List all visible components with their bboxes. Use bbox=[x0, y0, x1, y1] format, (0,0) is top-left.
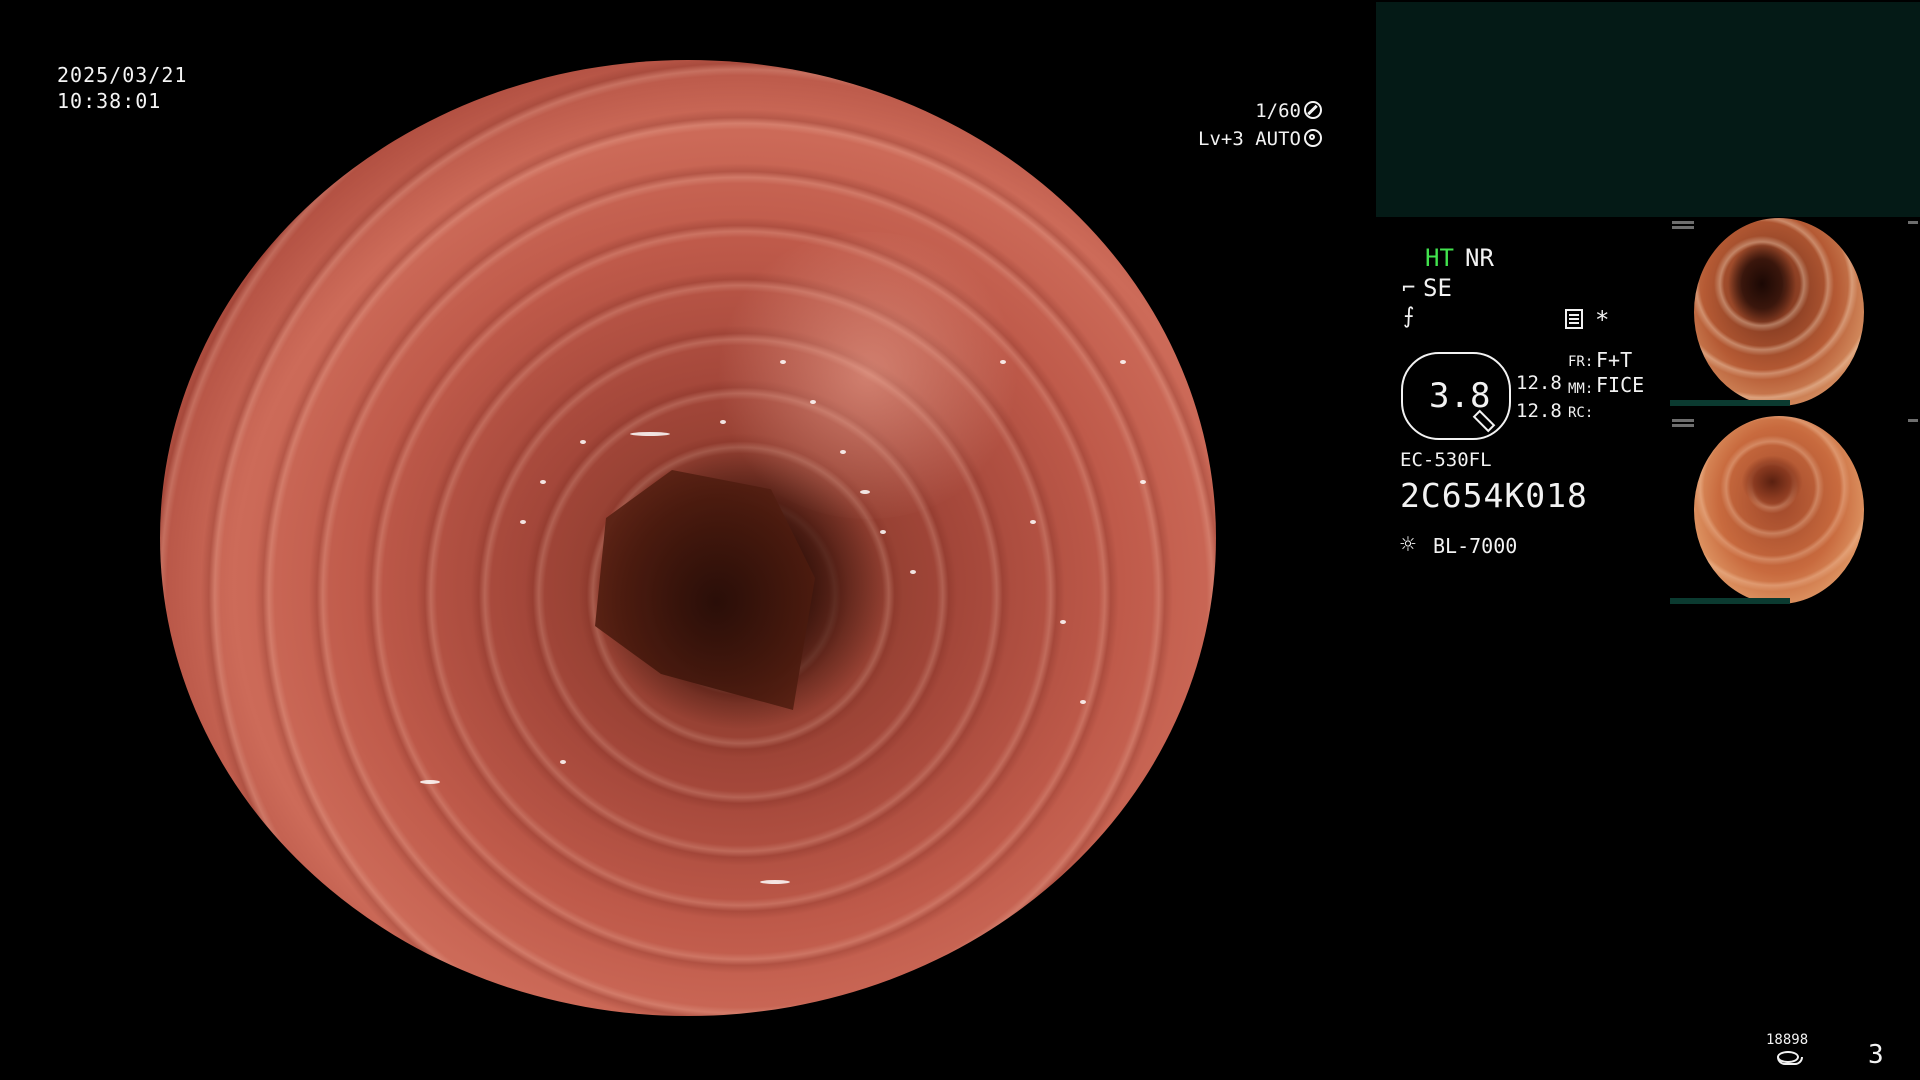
lumen-opening bbox=[595, 470, 815, 710]
capture-date: 2025/03/21 bbox=[57, 63, 188, 87]
zoom-value: 3.8 bbox=[1429, 376, 1491, 416]
captured-thumbnail[interactable] bbox=[1670, 416, 1920, 606]
structure-enhance-icon: ⌐ bbox=[1402, 276, 1416, 301]
thumbnail-caption bbox=[1908, 419, 1918, 422]
color-mode-icon: ⨍ bbox=[1403, 304, 1415, 329]
ht-indicator: HT bbox=[1425, 244, 1454, 272]
thumbnail-bar bbox=[1670, 400, 1790, 406]
zoom-badge: 3.8 bbox=[1401, 352, 1511, 440]
thumbnail-caption bbox=[1908, 221, 1918, 224]
info-panel: HT NR ⌐ SE ⨍ * 3.8 12.8 12.8 FR: F+T MM:… bbox=[1376, 0, 1920, 1080]
settings-list-icon bbox=[1565, 309, 1583, 329]
reflection-speck bbox=[1030, 520, 1036, 524]
reflection-speck bbox=[1140, 480, 1146, 484]
readout-value-1: 12.8 bbox=[1516, 372, 1562, 394]
reflection-speck bbox=[1120, 360, 1126, 364]
reflection-speck bbox=[1060, 620, 1066, 624]
reflection-speck bbox=[540, 480, 546, 484]
reflection-speck bbox=[780, 360, 786, 364]
reflection-speck bbox=[420, 780, 440, 784]
gain-level: Lv+3 AUTO bbox=[1198, 128, 1301, 150]
reflection-speck bbox=[910, 570, 916, 574]
thumbnail-image bbox=[1694, 218, 1864, 406]
thumbnail-caption bbox=[1672, 419, 1694, 422]
nr-indicator: NR bbox=[1465, 244, 1494, 272]
pen-icon bbox=[1472, 409, 1496, 433]
light-source-icon: ☼ bbox=[1400, 530, 1416, 560]
asterisk-mark: * bbox=[1595, 306, 1610, 334]
reflection-speck bbox=[1080, 700, 1086, 704]
fr-value: F+T bbox=[1596, 348, 1633, 372]
fr-label: FR: bbox=[1568, 354, 1594, 370]
iris-icon bbox=[1304, 129, 1322, 147]
shutter-speed: 1/60 bbox=[1255, 100, 1301, 122]
captured-thumbnail[interactable] bbox=[1670, 218, 1920, 408]
capture-time: 10:38:01 bbox=[57, 89, 162, 113]
reflection-speck bbox=[560, 760, 566, 764]
mm-value: FICE bbox=[1596, 373, 1645, 397]
endoscope-live-view bbox=[160, 60, 1216, 1016]
reflection-speck bbox=[840, 450, 846, 454]
shutter-readout: 1/60 bbox=[1230, 100, 1322, 122]
thumbnail-image bbox=[1694, 416, 1864, 604]
scope-serial: 2C654K018 bbox=[1400, 476, 1588, 515]
light-source: BL-7000 bbox=[1433, 534, 1518, 558]
thumbnail-caption bbox=[1672, 226, 1694, 229]
mucosa-highlight bbox=[709, 232, 1026, 519]
thumbnail-caption bbox=[1672, 424, 1694, 427]
gain-readout: Lv+3 AUTO bbox=[1172, 128, 1322, 150]
endoscopy-monitor: 2025/03/21 10:38:01 1/60 Lv+3 AUTO HT NR bbox=[0, 0, 1920, 1080]
reflection-speck bbox=[580, 440, 586, 444]
storage-icon bbox=[1777, 1051, 1803, 1065]
image-counter: 18898 bbox=[1766, 1032, 1809, 1048]
reflection-speck bbox=[860, 490, 870, 494]
thumbnail-bar bbox=[1670, 598, 1790, 604]
reflection-speck bbox=[720, 420, 726, 424]
reflection-speck bbox=[630, 432, 670, 436]
page-number: 3 bbox=[1868, 1040, 1884, 1070]
se-indicator: SE bbox=[1423, 274, 1452, 302]
reflection-speck bbox=[760, 880, 790, 884]
readout-value-2: 12.8 bbox=[1516, 400, 1562, 422]
reflection-speck bbox=[810, 400, 816, 404]
reflection-speck bbox=[520, 520, 526, 524]
aperture-icon bbox=[1304, 101, 1322, 119]
reflection-speck bbox=[880, 530, 886, 534]
mm-label: MM: bbox=[1568, 381, 1594, 397]
patient-info-box bbox=[1376, 2, 1920, 217]
thumbnail-caption bbox=[1672, 221, 1694, 224]
reflection-speck bbox=[1000, 360, 1006, 364]
rc-label: RC: bbox=[1568, 405, 1594, 421]
scope-model: EC-530FL bbox=[1400, 449, 1492, 471]
